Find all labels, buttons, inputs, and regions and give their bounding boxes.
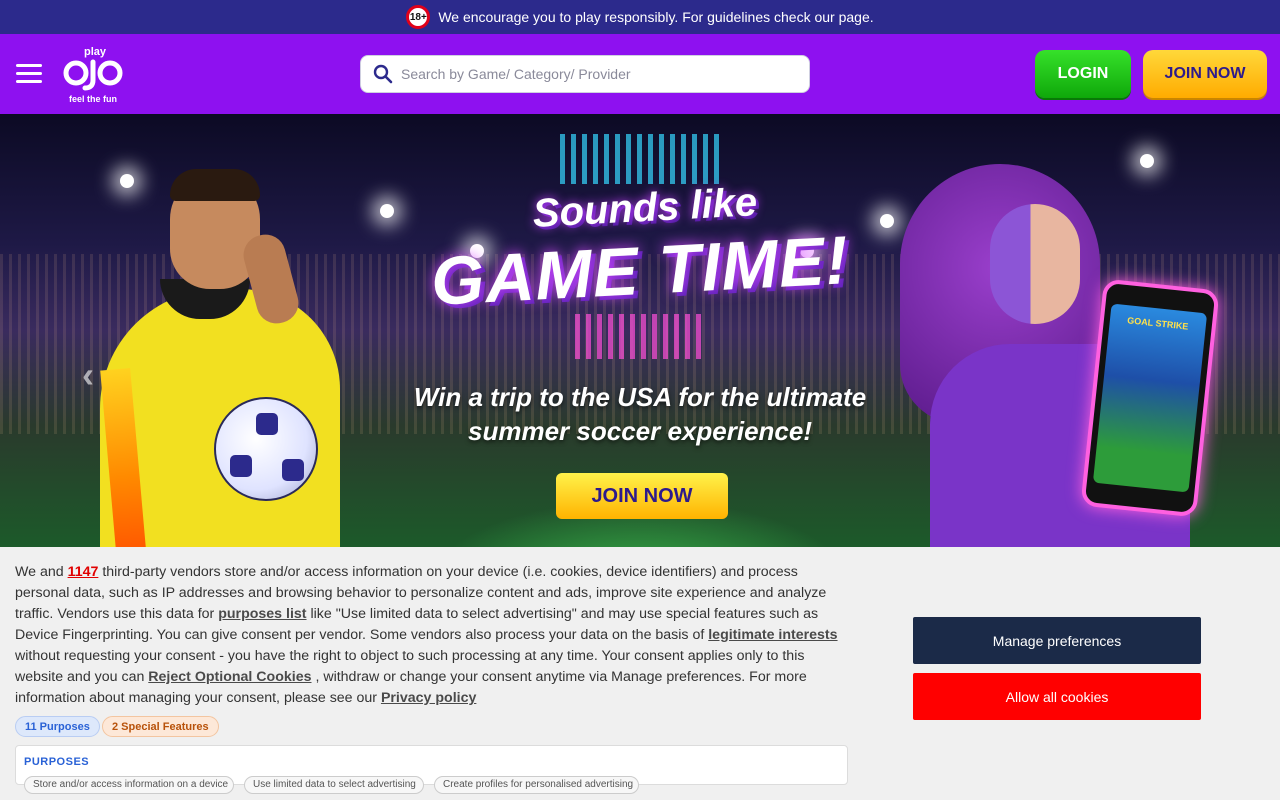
stadium-light	[1140, 154, 1154, 168]
hero-subtitle: Win a trip to the USA for the ultimate s…	[400, 380, 880, 448]
phone-game-image: GOAL STRIKE	[1080, 278, 1220, 518]
hamburger-menu-icon[interactable]	[16, 64, 42, 84]
playojo-logo[interactable]: play feel the fun	[62, 42, 126, 106]
purposes-heading: PURPOSES	[24, 756, 90, 768]
special-features-badge[interactable]: 2 Special Features	[102, 716, 219, 737]
hero-banner[interactable]: GOAL STRIKE Sounds like GAME TIME! Win a…	[0, 114, 1280, 547]
allow-all-cookies-button[interactable]: Allow all cookies	[913, 673, 1201, 720]
login-button[interactable]: LOGIN	[1035, 50, 1131, 98]
chevron-left-icon[interactable]: ‹	[82, 354, 94, 396]
hero-subtitle-line-1: Win a trip to the USA for the ultimate	[413, 382, 867, 412]
search-icon[interactable]	[373, 64, 393, 84]
reject-optional-cookies-link[interactable]: Reject Optional Cookies	[148, 669, 311, 685]
privacy-policy-link[interactable]: Privacy policy	[381, 690, 476, 706]
site-header: play feel the fun LOGIN JOIN NOW	[0, 34, 1280, 114]
purposes-box: PURPOSES Store and/or access information…	[15, 745, 848, 794]
woman-face	[990, 204, 1080, 324]
purposes-list-link[interactable]: purposes list	[218, 606, 306, 622]
join-now-button[interactable]: JOIN NOW	[1143, 50, 1267, 98]
stadium-light	[380, 204, 394, 218]
svg-text:feel the fun: feel the fun	[69, 94, 117, 104]
equalizer-graphic	[575, 314, 705, 359]
age-18-icon: 18+	[406, 5, 431, 29]
purpose-chip[interactable]: Use limited data to select advertising	[244, 776, 424, 794]
vendor-count-link[interactable]: 1147	[68, 564, 99, 580]
man-hair	[170, 169, 260, 201]
consent-text: We and 1147 third-party vendors store an…	[15, 564, 838, 706]
purpose-chip[interactable]: Store and/or access information on a dev…	[24, 776, 234, 794]
legitimate-interests-link[interactable]: legitimate interests	[708, 627, 837, 643]
soccer-ball-image	[214, 397, 318, 501]
cookie-consent-panel: We and 1147 third-party vendors store an…	[0, 547, 1280, 800]
purposes-count-badge[interactable]: 11 Purposes	[15, 716, 100, 737]
phone-game-title: GOAL STRIKE	[1126, 315, 1189, 332]
responsible-gambling-bar: 18+ We encourage you to play responsibly…	[0, 0, 1280, 34]
hero-join-now-button[interactable]: JOIN NOW	[556, 473, 728, 519]
hero-subtitle-line-2: summer soccer experience!	[468, 416, 812, 446]
stadium-light	[120, 174, 134, 188]
svg-text:play: play	[84, 46, 107, 58]
search-bar[interactable]	[360, 55, 810, 93]
responsible-gambling-text[interactable]: We encourage you to play responsibly. Fo…	[438, 9, 873, 25]
purpose-chip[interactable]: Create profiles for personalised adverti…	[434, 776, 639, 794]
search-input[interactable]	[401, 66, 801, 82]
stadium-light	[880, 214, 894, 228]
equalizer-graphic	[560, 134, 720, 184]
manage-preferences-button[interactable]: Manage preferences	[913, 617, 1201, 664]
